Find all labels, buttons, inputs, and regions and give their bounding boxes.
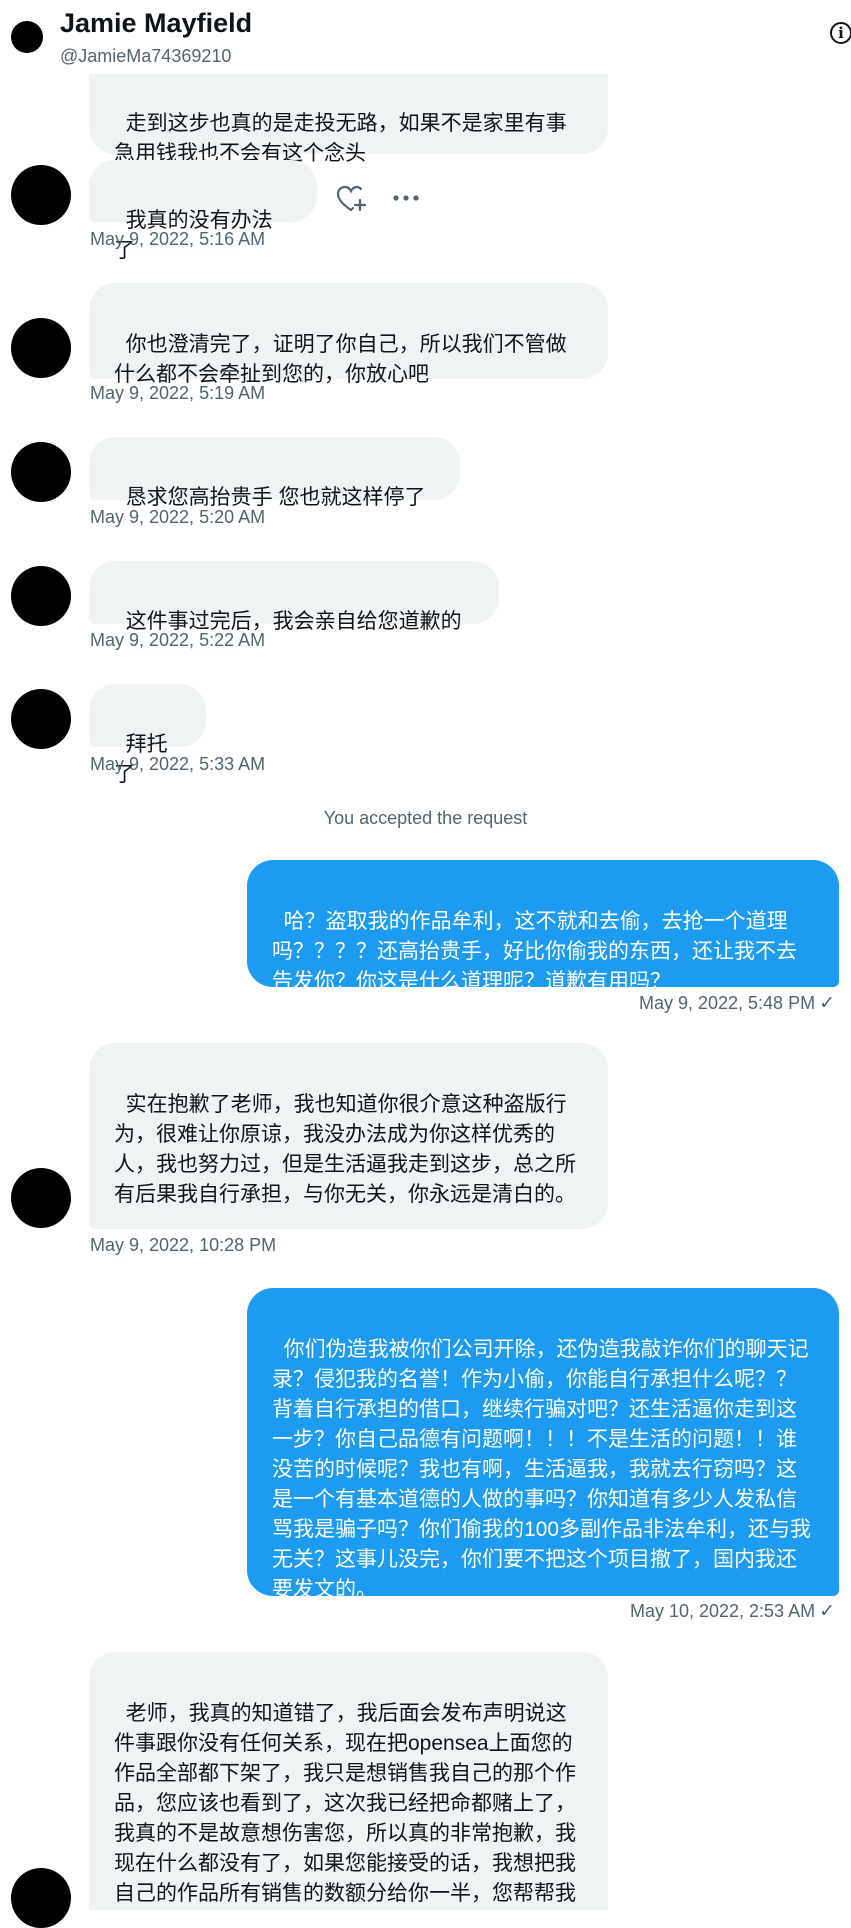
message-bubble[interactable]: 我真的没有办法了 <box>89 160 317 262</box>
request-accepted-note: You accepted the request <box>323 808 528 828</box>
message-bubble[interactable]: 实在抱歉了老师，我也知道你很介意这种盗版行为，很难让你原谅，我没办法成为你这样优… <box>89 1043 608 1229</box>
more-options-icon[interactable] <box>392 186 420 210</box>
avatar[interactable] <box>11 566 71 626</box>
sent-check-icon: ✓ <box>819 993 835 1014</box>
avatar[interactable] <box>11 165 71 225</box>
avatar[interactable] <box>11 1868 71 1928</box>
message-bubble[interactable]: 你也澄清完了，证明了你自己，所以我们不管做什么都不会牵扯到您的，你放心吧 <box>89 283 608 386</box>
conversation-header: Jamie Mayfield @JamieMa74369210 i <box>0 0 851 74</box>
message-timestamp: May 9, 2022, 10:28 PM <box>90 1235 277 1255</box>
contact-handle[interactable]: @JamieMa74369210 <box>60 46 231 67</box>
message-text: 实在抱歉了老师，我也知道你很介意这种盗版行为，很难让你原谅，我没办法成为你这样优… <box>114 1093 576 1206</box>
avatar[interactable] <box>11 318 71 378</box>
message-timestamp: May 9, 2022, 5:16 AM <box>90 229 266 249</box>
message-time-text: May 9, 2022, 5:48 PM <box>638 993 816 1013</box>
message-text: 老师，我真的知道错了，我后面会发布声明说这件事跟你没有任何关系，现在把opens… <box>114 1702 576 1905</box>
avatar[interactable] <box>11 1168 71 1228</box>
message-text: 恳求您高抬贵手 您也就这样停了 <box>125 486 426 509</box>
add-reaction-icon[interactable] <box>336 185 366 213</box>
message-bubble[interactable]: 恳求您高抬贵手 您也就这样停了 <box>89 437 460 509</box>
message-timestamp: May 9, 2022, 5:22 AM <box>90 630 266 650</box>
message-text: 你也澄清完了，证明了你自己，所以我们不管做什么都不会牵扯到您的，你放心吧 <box>114 333 567 386</box>
contact-name[interactable]: Jamie Mayfield <box>60 8 252 39</box>
message-bubble[interactable]: 老师，我真的知道错了，我后面会发布声明说这件事跟你没有任何关系，现在把opens… <box>89 1652 608 1910</box>
message-time-text: May 10, 2022, 2:53 AM <box>629 1601 816 1621</box>
message-text: 你们伪造我被你们公司开除，还伪造我敲诈你们的聊天记录？侵犯我的名誉！作为小偷，你… <box>272 1338 812 1601</box>
message-timestamp: May 9, 2022, 5:33 AM <box>90 754 266 774</box>
message-bubble[interactable]: 拜托了 <box>89 684 206 786</box>
message-timestamp: May 9, 2022, 5:20 AM <box>90 507 266 527</box>
info-icon[interactable]: i <box>830 22 851 44</box>
message-timestamp: May 10, 2022, 2:53 AM ✓ <box>630 1600 835 1623</box>
sent-check-icon: ✓ <box>819 1601 835 1622</box>
message-timestamp: May 9, 2022, 5:48 PM ✓ <box>639 992 835 1015</box>
message-bubble[interactable]: 哈？盗取我的作品牟利，这不就和去偷，去抢一个道理吗？？？？还高抬贵手，好比你偷我… <box>247 860 839 993</box>
message-text: 走到这步也真的是走投无路，如果不是家里有事急用钱我也不会有这个念头 <box>114 112 567 165</box>
message-timestamp: May 9, 2022, 5:19 AM <box>90 383 266 403</box>
message-bubble[interactable]: 这件事过完后，我会亲自给您道歉的 <box>89 561 499 633</box>
avatar[interactable] <box>11 21 43 53</box>
message-text: 哈？盗取我的作品牟利，这不就和去偷，去抢一个道理吗？？？？还高抬贵手，好比你偷我… <box>272 910 797 993</box>
avatar[interactable] <box>11 689 71 749</box>
message-bubble[interactable]: 你们伪造我被你们公司开除，还伪造我敲诈你们的聊天记录？侵犯我的名誉！作为小偷，你… <box>247 1288 839 1601</box>
avatar[interactable] <box>11 442 71 502</box>
